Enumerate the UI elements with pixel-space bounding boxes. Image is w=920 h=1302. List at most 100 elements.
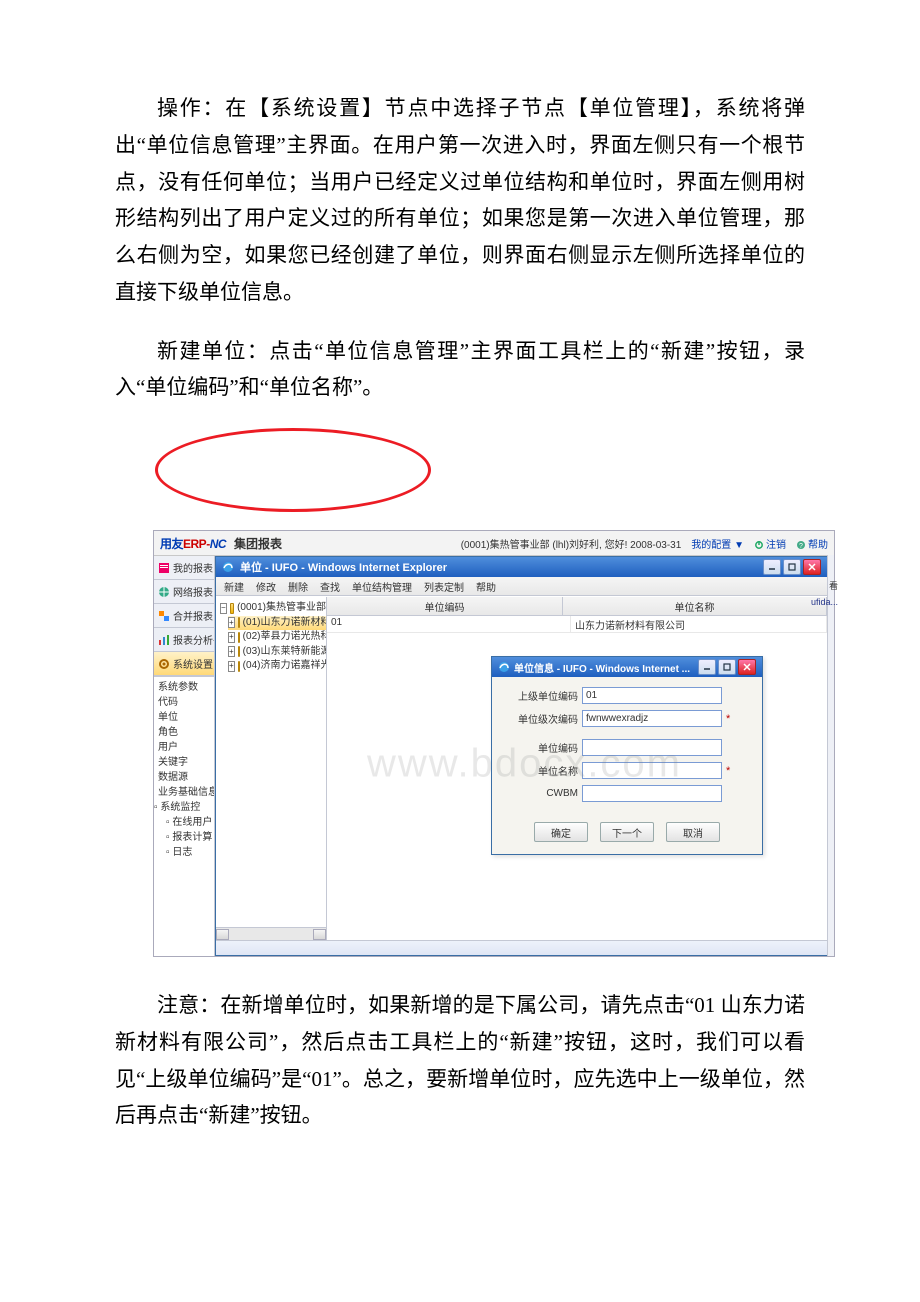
tree-unit[interactable]: 单位 [158, 710, 214, 725]
tree-label: (04)济南力诺嘉祥光热 [243, 659, 327, 674]
nav-system-settings[interactable]: 系统设置 [154, 652, 214, 676]
nav-label: 合并报表 [173, 608, 213, 623]
tree-item-03[interactable]: + (03)山东莱特新能源有 [228, 645, 326, 660]
tree-item-04[interactable]: + (04)济南力诺嘉祥光热 [228, 659, 326, 674]
nav-label: 我的报表 [173, 560, 213, 575]
tree-label: 日志 [172, 847, 192, 858]
logout-icon [754, 540, 764, 550]
ok-button[interactable]: 确定 [534, 822, 588, 842]
expand-icon[interactable]: + [228, 646, 235, 657]
tree-datasource[interactable]: 数据源 [158, 770, 214, 785]
tree-label: 报表计算 [172, 832, 212, 843]
tree-item-01[interactable]: +(01)山东力诺新材料有 [228, 616, 326, 631]
paragraph-2: 新建单位：点击“单位信息管理”主界面工具栏上的“新建”按钮，录入“单位编码”和“… [115, 333, 805, 407]
nav-network-reports[interactable]: 网络报表 [154, 580, 214, 604]
help-label: 帮助 [808, 540, 828, 551]
dialog-maximize-button[interactable] [718, 659, 736, 675]
tree-label: (0001)集热管事业部 [237, 601, 326, 616]
menu-edit[interactable]: 修改 [256, 579, 276, 594]
expand-icon[interactable]: + [228, 632, 235, 643]
ie-icon [222, 561, 234, 573]
help-link[interactable]: ?帮助 [796, 536, 828, 551]
erp-brand-en: ERP- [183, 537, 210, 551]
label-cwbm: CWBM [506, 788, 578, 799]
input-parent-code[interactable] [582, 687, 722, 704]
expand-icon[interactable]: + [228, 661, 235, 672]
tree-monitor-root[interactable]: ▫ 系统监控 [154, 800, 214, 815]
tree-label: (03)山东莱特新能源有 [243, 645, 327, 660]
logout-link[interactable]: 注销 [754, 536, 786, 551]
dialog-minimize-button[interactable] [698, 659, 716, 675]
table-row[interactable]: 01 山东力诺新材料有限公司 [327, 616, 827, 633]
menu-delete[interactable]: 删除 [288, 579, 308, 594]
cell-name: 山东力诺新材料有限公司 [571, 616, 827, 632]
tree-role[interactable]: 角色 [158, 725, 214, 740]
expand-icon[interactable]: + [228, 617, 235, 628]
grid-header: 单位编码 单位名称 [327, 597, 827, 616]
input-cwbm[interactable] [582, 785, 722, 802]
nav-analysis[interactable]: 报表分析平台 [154, 628, 214, 652]
label-unit-name: 单位名称 [506, 763, 578, 778]
required-mark: * [726, 765, 734, 777]
tree-user[interactable]: 用户 [158, 740, 214, 755]
folder-icon [238, 661, 240, 672]
tree-system-params[interactable]: 系统参数 [158, 680, 214, 695]
maximize-button[interactable] [783, 559, 801, 575]
collapse-icon[interactable]: − [220, 603, 227, 614]
nav-merge-reports[interactable]: 合并报表 [154, 604, 214, 628]
window-statusbar [216, 940, 827, 955]
ie-icon [498, 661, 510, 673]
cancel-button[interactable]: 取消 [666, 822, 720, 842]
tree-label: (02)莘县力诺光热科技 [243, 630, 327, 645]
window-titlebar[interactable]: 单位 - IUFO - Windows Internet Explorer [216, 557, 827, 577]
tree-root[interactable]: −(0001)集热管事业部 [220, 601, 326, 616]
settings-subtree: 系统参数 代码 单位 角色 用户 关键字 数据源 业务基础信息 ▫ 系统监控 ▫… [154, 676, 214, 956]
tree-code[interactable]: 代码 [158, 695, 214, 710]
menu-list-customize[interactable]: 列表定制 [424, 579, 464, 594]
label-parent-code: 上级单位编码 [506, 688, 578, 703]
menu-unit-structure[interactable]: 单位结构管理 [352, 579, 412, 594]
erp-status: (0001)集热管事业部 (lhl)刘好利, 您好! 2008-03-31 [461, 536, 682, 551]
minimize-button[interactable] [763, 559, 781, 575]
tree-log[interactable]: ▫ 日志 [158, 845, 214, 860]
folder-icon [238, 646, 240, 657]
nav-label: 网络报表 [173, 584, 213, 599]
menu-help[interactable]: 帮助 [476, 579, 496, 594]
input-unit-code[interactable] [582, 739, 722, 756]
close-button[interactable] [803, 559, 821, 575]
main-area: 单位 - IUFO - Windows Internet Explorer 新建… [215, 556, 834, 956]
red-ellipse-annotation [155, 428, 431, 512]
left-nav: 我的报表 网络报表 合并报表 报表分析平台 系统设置 系统参数 代码 单位 角色… [154, 556, 215, 956]
folder-icon [238, 617, 240, 628]
tree-keyword[interactable]: 关键字 [158, 755, 214, 770]
tree-online-users[interactable]: ▫ 在线用户 [158, 815, 214, 830]
unit-info-dialog: 单位信息 - IUFO - Windows Internet ... 上级单位编… [491, 656, 763, 855]
col-name[interactable]: 单位名称 [563, 597, 827, 615]
chart-icon [158, 634, 170, 646]
my-config-link[interactable]: 我的配置 ▼ [691, 536, 744, 551]
menu-find[interactable]: 查找 [320, 579, 340, 594]
tree-report-calc[interactable]: ▫ 报表计算 [158, 830, 214, 845]
logout-label: 注销 [766, 540, 786, 551]
paragraph-3: 注意：在新增单位时，如果新增的是下属公司，请先点击“01 山东力诺新材料有限公司… [115, 987, 805, 1134]
menu-new[interactable]: 新建 [224, 579, 244, 594]
tree-biz-base[interactable]: 业务基础信息 [158, 785, 214, 800]
horizontal-scrollbar[interactable] [216, 927, 326, 941]
label-level-code: 单位级次编码 [506, 711, 578, 726]
folder-icon [230, 603, 234, 614]
col-code[interactable]: 单位编码 [327, 597, 563, 615]
dialog-close-button[interactable] [738, 659, 756, 675]
cut-text-1: 看 [829, 579, 838, 592]
nav-label: 报表分析平台 [173, 632, 214, 647]
nav-my-reports[interactable]: 我的报表 [154, 556, 214, 580]
dialog-titlebar[interactable]: 单位信息 - IUFO - Windows Internet ... [492, 657, 762, 677]
next-button[interactable]: 下一个 [600, 822, 654, 842]
input-level-code[interactable] [582, 710, 722, 727]
gear-icon [158, 658, 170, 670]
input-unit-name[interactable] [582, 762, 722, 779]
tree-item-02[interactable]: + (02)莘县力诺光热科技 [228, 630, 326, 645]
erp-header-right: (0001)集热管事业部 (lhl)刘好利, 您好! 2008-03-31 我的… [461, 536, 828, 551]
dialog-body: 上级单位编码 单位级次编码 * 单位编码 [492, 677, 762, 854]
folder-icon [238, 632, 240, 643]
paragraph-1: 操作：在【系统设置】节点中选择子节点【单位管理】，系统将弹出“单位信息管理”主界… [115, 90, 805, 311]
